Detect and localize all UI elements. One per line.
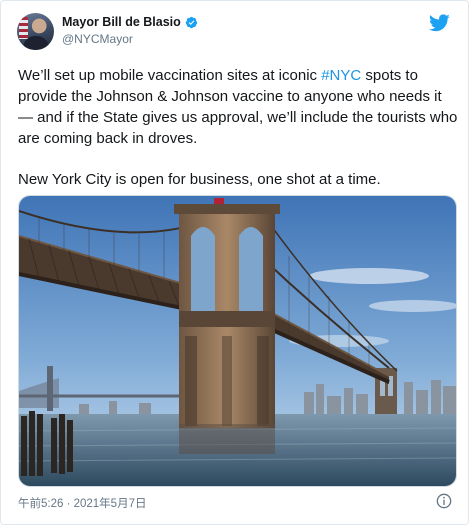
author-names: Mayor Bill de Blasio @NYCMayor bbox=[62, 14, 198, 48]
tweet-text: We’ll set up mobile vaccination sites at… bbox=[18, 65, 458, 190]
tweet-header: Mayor Bill de Blasio @NYCMayor bbox=[17, 12, 198, 50]
verified-badge-icon bbox=[185, 16, 197, 29]
twitter-bird-icon[interactable] bbox=[429, 14, 450, 32]
brooklyn-bridge-photo bbox=[19, 196, 456, 486]
tweet-paragraph-1: We’ll set up mobile vaccination sites at… bbox=[18, 65, 458, 149]
tweet-text-segment: We’ll set up mobile vaccination sites at… bbox=[18, 67, 322, 84]
author-handle[interactable]: @NYCMayor bbox=[62, 31, 198, 48]
tweet-paragraph-2: New York City is open for business, one … bbox=[18, 171, 381, 188]
tweet-timestamp[interactable]: 午前5:26 · 2021年5月7日 bbox=[18, 495, 146, 511]
tweet-card: Mayor Bill de Blasio @NYCMayor We’ll set… bbox=[0, 0, 469, 525]
info-icon[interactable] bbox=[436, 493, 452, 509]
author-avatar[interactable] bbox=[17, 12, 54, 50]
hashtag-link[interactable]: #NYC bbox=[321, 67, 361, 84]
author-display-name[interactable]: Mayor Bill de Blasio bbox=[62, 14, 181, 31]
tweet-media-photo[interactable] bbox=[18, 195, 457, 487]
